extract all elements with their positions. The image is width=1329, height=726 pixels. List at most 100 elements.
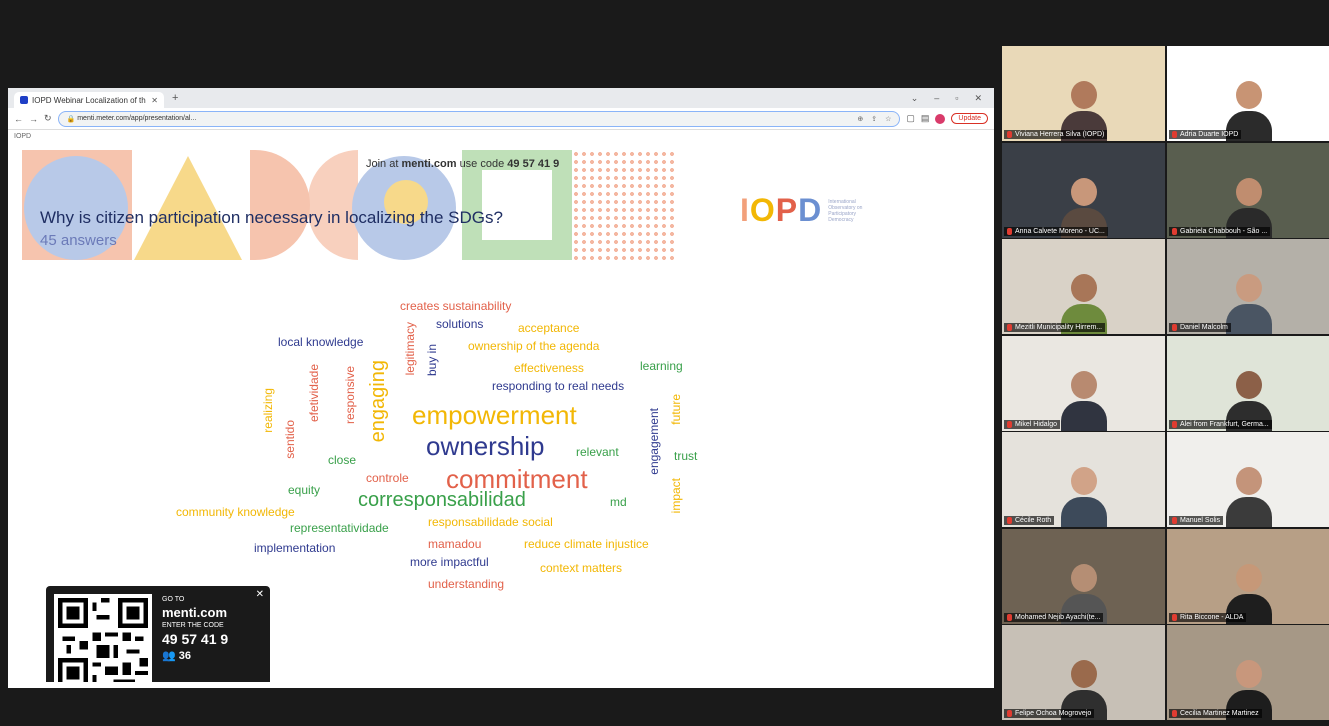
participant-name-label: Rita Biccone - ALDA	[1169, 612, 1247, 622]
participant-tile[interactable]: Alei from Frankfurt, Germa...	[1167, 335, 1329, 431]
url-text: menti.meter.com/app/presentation/al...	[77, 115, 197, 122]
word-cloud-word: engagement	[647, 408, 661, 475]
word-cloud-word: acceptance	[518, 321, 580, 335]
participant-name: Cécile Roth	[1015, 517, 1052, 524]
muted-mic-icon	[1172, 613, 1177, 621]
maximize-icon[interactable]: ▫	[955, 93, 958, 104]
word-cloud-word: responsabilidade social	[428, 515, 553, 529]
participant-tile[interactable]: Manuel Solis	[1167, 432, 1329, 527]
muted-mic-icon	[1007, 517, 1012, 524]
participant-tile[interactable]: Cécile Roth	[1002, 432, 1165, 527]
word-cloud-word: community knowledge	[176, 505, 295, 519]
participant-tile[interactable]: Cecilia Martinez Martinez	[1167, 625, 1329, 720]
word-cloud-word: sentido	[283, 420, 297, 459]
word-cloud-word: empowerment	[412, 400, 577, 430]
word-cloud-word: mamadou	[428, 537, 482, 551]
extensions-icon[interactable]: ▢	[906, 113, 915, 124]
word-cloud-word: local knowledge	[278, 335, 364, 349]
participant-name: Rita Biccone - ALDA	[1180, 613, 1244, 621]
word-cloud-word: responding to real needs	[492, 379, 625, 393]
muted-mic-icon	[1007, 131, 1012, 138]
participant-tile[interactable]: Felipe Ochoa Mogrovejo	[1002, 625, 1165, 720]
join-code: 49 57 41 9	[507, 158, 560, 170]
participant-tile[interactable]: Daniel Malcolm	[1167, 239, 1329, 334]
word-cloud-word: corresponsabilidad	[358, 489, 526, 511]
participant-head	[1070, 177, 1097, 206]
minimize-icon[interactable]: –	[934, 93, 939, 104]
update-button[interactable]: Update	[951, 113, 988, 124]
muted-mic-icon	[1007, 420, 1012, 428]
participant-tile[interactable]: Viviana Herrera Silva (IOPD)	[1002, 46, 1165, 141]
browser-tab[interactable]: IOPD Webinar Localization of th ✕	[14, 92, 164, 108]
word-cloud-word: ownership of the agenda	[468, 339, 600, 353]
muted-mic-icon	[1172, 227, 1177, 235]
answer-count: 45 answers	[40, 232, 117, 249]
participant-head	[1235, 563, 1262, 592]
lock-icon: 🔒	[66, 115, 78, 123]
participant-tile[interactable]: Mohamed Nejib Ayachi(te...	[1002, 528, 1165, 624]
participant-tile[interactable]: Rita Biccone - ALDA	[1167, 528, 1329, 624]
qr-code-value: 49 57 41 9	[162, 631, 229, 647]
word-cloud-word: relevant	[576, 445, 619, 459]
participant-name-label: Daniel Malcolm	[1169, 323, 1231, 332]
word-cloud-word: ownership	[426, 431, 545, 461]
qr-instructions: GO TO menti.com ENTER THE CODE 49 57 41 …	[162, 594, 228, 682]
close-qr-icon[interactable]: ✕	[256, 589, 264, 600]
zoom-meeting-window: IOPD Webinar Localization of th ✕ + ⌄ – …	[0, 0, 1329, 726]
chevron-down-icon[interactable]: ⌄	[911, 93, 919, 104]
logo-text: IOPD	[740, 192, 823, 228]
forward-icon[interactable]: →	[29, 114, 38, 124]
slide-title: Why is citizen participation necessary i…	[40, 208, 503, 227]
word-cloud-word: equity	[288, 483, 321, 497]
participant-name-label: Felipe Ochoa Mogrovejo	[1004, 709, 1095, 718]
word-cloud-word: engaging	[367, 360, 389, 443]
window-controls: ⌄ – ▫ ✕	[911, 93, 994, 104]
join-site: menti.com	[401, 158, 457, 170]
close-window-icon[interactable]: ✕	[974, 93, 982, 104]
word-cloud-word: more impactful	[410, 555, 489, 569]
bookmark-item[interactable]: IOPD	[14, 133, 31, 140]
address-bar[interactable]: 🔒 menti.meter.com/app/presentation/al...…	[57, 110, 901, 127]
muted-mic-icon	[1007, 613, 1012, 621]
share-icon[interactable]: ⇪	[871, 115, 877, 123]
people-icon: 👥	[162, 650, 176, 662]
profile-avatar[interactable]	[935, 113, 946, 124]
mentimeter-slide: Join at menti.com use code 49 57 41 9 Wh…	[22, 150, 966, 682]
participant-tile[interactable]: Anna Calvete Moreno - UC...	[1002, 142, 1165, 238]
participant-name: Felipe Ochoa Mogrovejo	[1015, 710, 1092, 717]
reload-icon[interactable]: ↻	[44, 113, 52, 124]
participant-name-label: Mezitli Municipality Hirrem...	[1004, 323, 1106, 332]
zoom-icon[interactable]: ⊕	[857, 115, 863, 123]
decor-half-circle-2	[308, 150, 358, 260]
new-tab-icon[interactable]: +	[172, 92, 178, 104]
decor-half-circle	[250, 150, 310, 260]
participant-tile[interactable]: Gabriela Chabbouh - São ...	[1167, 142, 1329, 238]
browser-window: IOPD Webinar Localization of th ✕ + ⌄ – …	[8, 88, 994, 688]
muted-mic-icon	[1172, 131, 1177, 138]
word-cloud-word: implementation	[254, 541, 336, 555]
participant-tile[interactable]: Adria Duarte IOPD	[1167, 46, 1329, 141]
join-qr-card: GO TO menti.com ENTER THE CODE 49 57 41 …	[46, 586, 270, 682]
sidebar-icon[interactable]: ▤	[921, 113, 930, 124]
participant-name: Mezitli Municipality Hirrem...	[1015, 324, 1103, 331]
star-icon[interactable]: ☆	[885, 115, 891, 123]
browser-nav-bar: ← → ↻ 🔒 menti.meter.com/app/presentation…	[8, 108, 994, 130]
participant-head	[1070, 370, 1097, 399]
qr-code	[54, 594, 152, 682]
participant-head	[1070, 274, 1097, 302]
participant-name: Gabriela Chabbouh - São ...	[1180, 227, 1268, 235]
participant-head	[1235, 81, 1262, 109]
word-cloud-word: md	[610, 495, 627, 509]
participant-head	[1235, 660, 1262, 688]
muted-mic-icon	[1172, 517, 1177, 524]
close-tab-icon[interactable]: ✕	[151, 96, 158, 105]
participant-tile[interactable]: Mikel Hidalgo	[1002, 335, 1165, 431]
word-cloud-word: effectiveness	[514, 361, 584, 375]
participant-head	[1235, 177, 1262, 206]
participant-name-label: Adria Duarte IOPD	[1169, 130, 1242, 139]
participant-tile[interactable]: Mezitli Municipality Hirrem...	[1002, 239, 1165, 334]
join-prefix: Join at	[366, 158, 399, 170]
back-icon[interactable]: ←	[14, 114, 23, 124]
participant-count-value: 36	[178, 650, 192, 662]
participant-name-label: Mikel Hidalgo	[1004, 419, 1061, 429]
